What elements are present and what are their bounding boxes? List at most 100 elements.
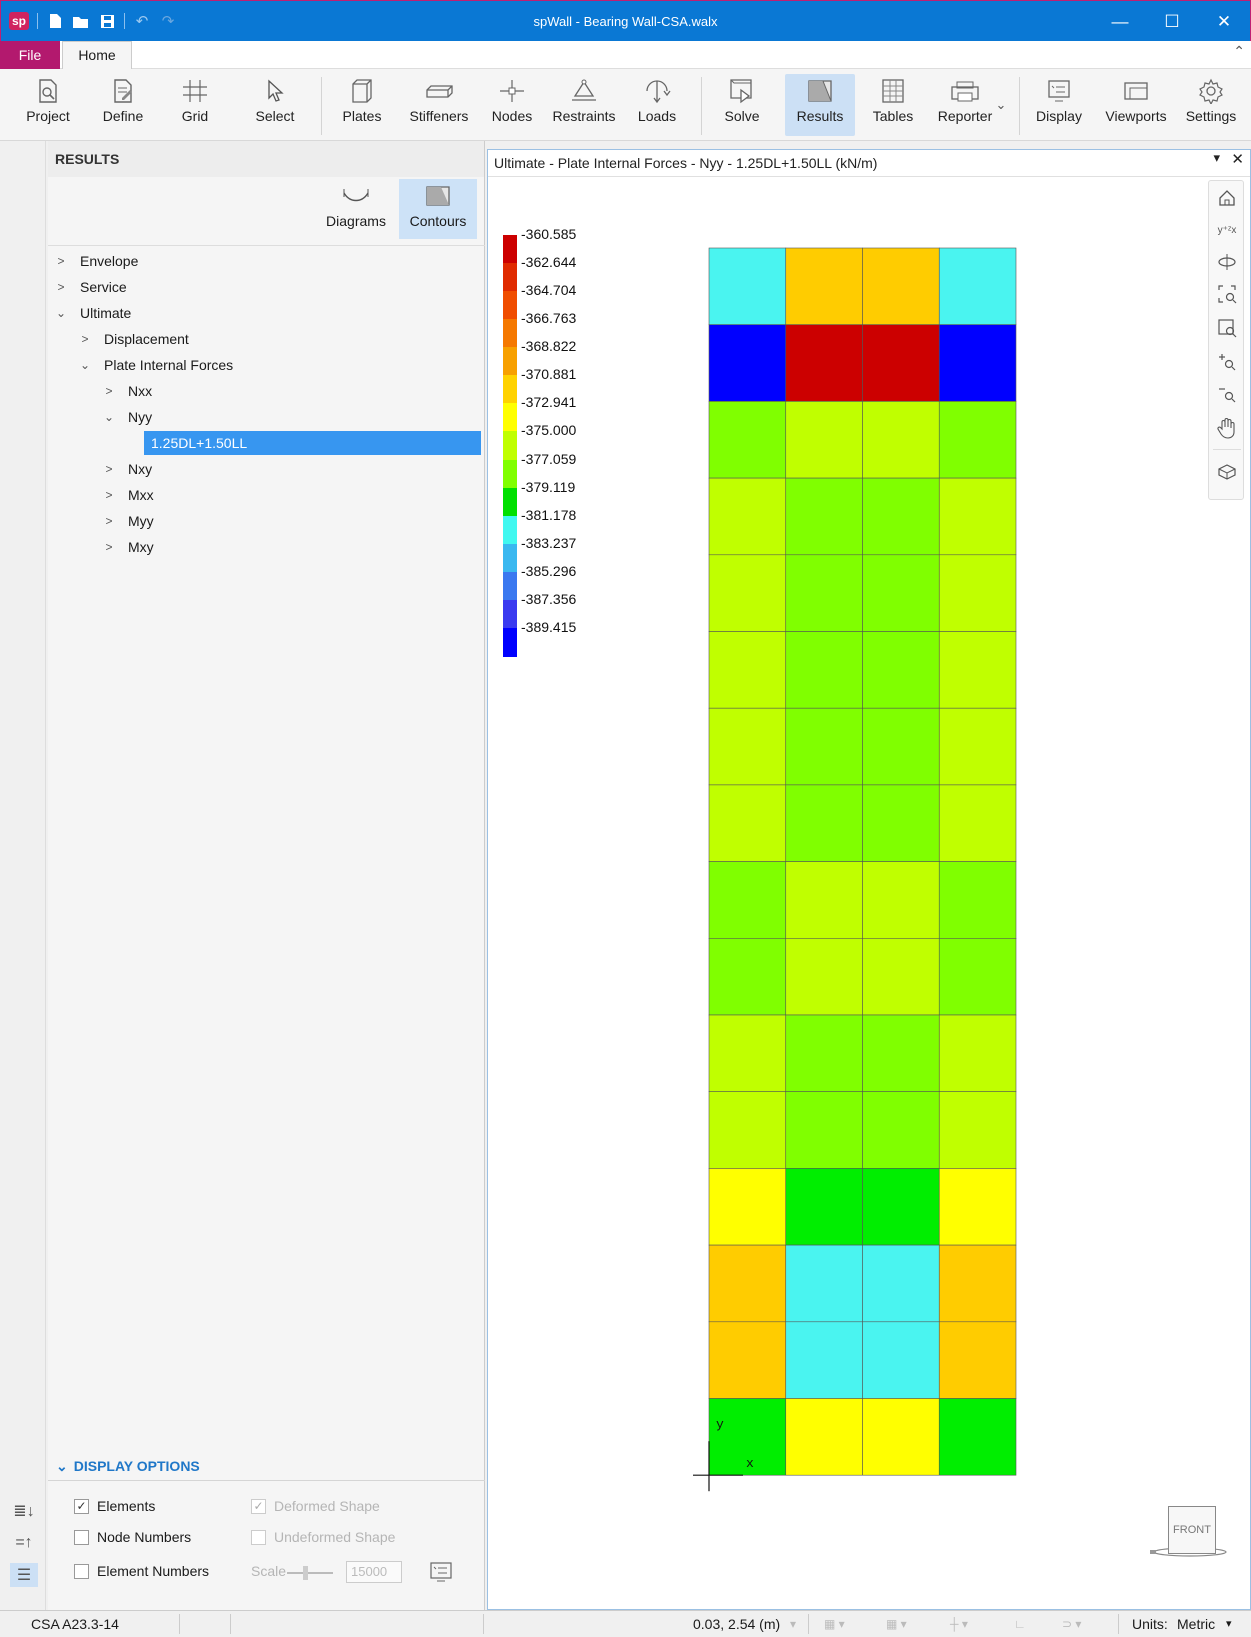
mesh-element[interactable] [785,324,863,402]
define-button[interactable]: Define [93,74,153,136]
chevron-right-icon[interactable]: > [55,274,67,300]
settings-button[interactable]: Settings [1178,74,1244,136]
stiffeners-button[interactable]: Stiffeners [404,74,474,136]
tree-node-nxy[interactable]: > Nxy [48,456,485,482]
3d-view-icon[interactable] [1209,457,1245,487]
grid-button[interactable]: Grid [165,74,225,136]
mesh-element[interactable] [938,784,1017,862]
mesh-element[interactable] [785,1244,863,1323]
display-options-header[interactable]: ⌄ DISPLAY OPTIONS [48,1451,485,1481]
mesh-element[interactable] [708,1244,787,1323]
pan-hand-icon[interactable] [1209,413,1245,443]
scale-slider[interactable] [285,1564,335,1582]
zoom-out-icon[interactable] [1209,379,1245,409]
mesh-element[interactable] [785,401,863,479]
deformed-shape-checkbox[interactable]: ✓ Deformed Shape [251,1498,380,1514]
close-button[interactable]: ✕ [1198,1,1250,42]
units-dropdown[interactable]: Metric [1177,1611,1215,1637]
mesh-element[interactable] [938,401,1017,479]
reporter-button[interactable]: Reporter [930,74,1000,136]
mesh-element[interactable] [938,861,1017,939]
tables-button[interactable]: Tables [863,74,923,136]
axes-view-icon[interactable]: y⁺ᶻx [1209,215,1245,245]
chevron-down-icon[interactable]: ▾ [1226,1611,1232,1637]
display-button[interactable]: Display [1029,74,1089,136]
solve-button[interactable]: Solve [712,74,772,136]
viewports-button[interactable]: Viewports [1101,74,1171,136]
mesh-element[interactable] [785,1091,863,1169]
mesh-element[interactable] [862,401,940,479]
mesh-element[interactable] [938,324,1017,402]
maximize-button[interactable]: ☐ [1146,1,1198,42]
mesh-element[interactable] [938,1168,1017,1246]
view-cube-face[interactable]: FRONT [1168,1506,1216,1554]
mesh-element[interactable] [862,1244,940,1323]
scale-input[interactable]: 15000 [346,1561,402,1583]
mesh-element[interactable] [708,324,787,402]
project-button[interactable]: Project [18,74,78,136]
mesh-element[interactable] [785,631,863,709]
rotate-icon[interactable] [1209,247,1245,277]
zoom-extents-icon[interactable] [1209,279,1245,309]
minimize-button[interactable]: — [1094,1,1146,42]
mesh-element[interactable] [708,861,787,939]
mesh-element[interactable] [785,1321,863,1399]
mesh-element[interactable] [938,631,1017,709]
mesh-element[interactable] [708,554,787,632]
plates-button[interactable]: Plates [332,74,392,136]
mesh-element[interactable] [938,477,1017,556]
mesh-element[interactable] [862,861,940,939]
mesh-element[interactable] [938,247,1017,325]
mesh-element[interactable] [862,247,940,325]
tab-home[interactable]: Home [62,41,132,69]
display-settings-icon[interactable] [428,1560,454,1584]
tree-node-mxy[interactable]: > Mxy [48,534,485,560]
chevron-right-icon[interactable]: > [103,482,115,508]
mesh-element[interactable] [708,247,787,325]
mesh-element[interactable] [708,784,787,862]
mesh-element[interactable] [938,554,1017,632]
tree-node-myy[interactable]: > Myy [48,508,485,534]
wrap-icon[interactable]: ⊃ ▾ [1062,1611,1081,1637]
restraints-button[interactable]: Restraints [548,74,620,136]
elements-checkbox[interactable]: ✓ Elements [74,1498,155,1514]
mesh-element[interactable] [938,1244,1017,1323]
tab-file[interactable]: File [0,41,60,69]
mesh-snap-icon[interactable]: ▦ ▾ [886,1611,907,1637]
mesh-element[interactable] [862,937,940,1016]
tree-node-ultimate[interactable]: ⌄ Ultimate [48,300,485,326]
tree-node-load-combo[interactable]: 1.25DL+1.50LL [48,430,485,456]
mesh-element[interactable] [938,1321,1017,1399]
mesh-element[interactable] [862,631,940,709]
ortho-icon[interactable]: ∟ [1014,1611,1026,1637]
zoom-in-icon[interactable] [1209,347,1245,377]
mesh-element[interactable] [708,707,787,786]
mesh-element[interactable] [862,1398,940,1476]
contours-button[interactable]: Contours [399,179,477,239]
view-cube[interactable]: FRONT [1148,1506,1228,1566]
chevron-right-icon[interactable]: > [103,508,115,534]
node-snap-icon[interactable]: ┼ ▾ [950,1611,968,1637]
collapse-ribbon-icon[interactable]: ⌃ [1233,43,1245,60]
mesh-element[interactable] [938,1014,1017,1092]
chevron-down-icon[interactable]: ⌄ [79,352,91,378]
mesh-element[interactable] [785,784,863,862]
zoom-window-icon[interactable] [1209,313,1245,343]
mesh-element[interactable] [708,1321,787,1399]
mesh-element[interactable] [862,554,940,632]
tree-node-plate-internal-forces[interactable]: ⌄ Plate Internal Forces [48,352,485,378]
mesh-element[interactable] [862,707,940,786]
nodes-button[interactable]: Nodes [485,74,539,136]
mesh-element[interactable] [785,937,863,1016]
node-numbers-checkbox[interactable]: Node Numbers [74,1529,191,1545]
mesh-element[interactable] [862,1168,940,1246]
mesh-element[interactable] [938,937,1017,1016]
tree-node-mxx[interactable]: > Mxx [48,482,485,508]
mesh-element[interactable] [708,631,787,709]
mesh-element[interactable] [708,1168,787,1246]
mesh-element[interactable] [938,1091,1017,1169]
chevron-right-icon[interactable]: > [103,534,115,560]
mesh-element[interactable] [708,937,787,1016]
chevron-down-icon[interactable]: ⌄ [103,404,115,430]
mesh-element[interactable] [862,1091,940,1169]
